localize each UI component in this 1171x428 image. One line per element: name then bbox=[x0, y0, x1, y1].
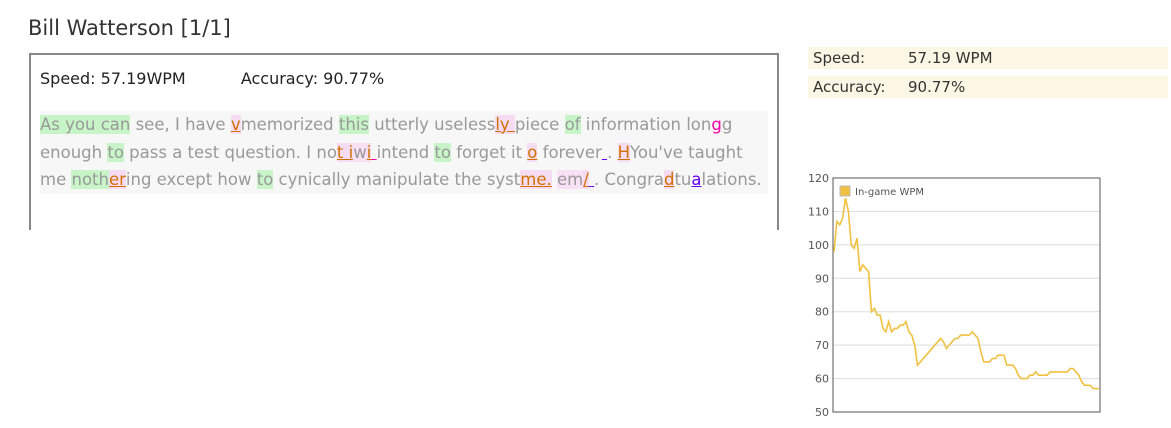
passage-mark: er bbox=[108, 170, 126, 189]
passage-text: lations. bbox=[701, 170, 762, 189]
passage-text: ing except how bbox=[125, 170, 257, 189]
y-tick-label: 120 bbox=[808, 172, 829, 185]
passage-mark: o bbox=[527, 142, 538, 162]
speed-label: Speed: bbox=[40, 69, 96, 88]
passage-mark: w bbox=[353, 142, 367, 162]
legend-label: In-game WPM bbox=[855, 187, 924, 198]
passage-mark: me. bbox=[520, 170, 552, 189]
wpm-chart: 120 110 100 90 80 70 60 50 In-game WPM bbox=[808, 172, 1101, 419]
passage-text: see, I have bbox=[130, 115, 231, 134]
passage-text: tu bbox=[674, 170, 692, 189]
legend-swatch bbox=[839, 185, 851, 197]
typed-passage: As you can see, I have vmemorized this u… bbox=[40, 111, 768, 194]
stats-line: Speed: 57.19WPM Accuracy: 90.77% bbox=[40, 69, 384, 88]
passage-mark: H bbox=[617, 142, 630, 162]
speed-value: 57.19WPM bbox=[95, 69, 186, 88]
passage-mark: to bbox=[256, 170, 274, 189]
passage-mark: ly bbox=[495, 115, 515, 134]
summary-speed-value: 57.19 WPM bbox=[908, 49, 993, 67]
summary-accuracy-row: Accuracy: 90.77% bbox=[808, 76, 1168, 98]
result-panel: Speed: 57.19WPM Accuracy: 90.77% As you … bbox=[29, 53, 779, 230]
passage-mark: noth bbox=[71, 170, 109, 189]
passage-text: intend bbox=[376, 142, 435, 162]
passage-text: forever bbox=[537, 142, 602, 162]
plot-border bbox=[832, 177, 1101, 413]
page-title: Bill Watterson [1/1] bbox=[28, 16, 231, 40]
summary-speed-label: Speed: bbox=[813, 49, 866, 67]
accuracy-label: Accuracy: bbox=[240, 69, 319, 88]
y-tick-label: 80 bbox=[815, 306, 829, 319]
passage-mark: As you can bbox=[40, 115, 131, 134]
passage-mark: d bbox=[663, 170, 675, 189]
passage-text: forget it bbox=[451, 142, 528, 162]
series-line bbox=[833, 197, 1099, 390]
y-tick-label: 110 bbox=[808, 205, 829, 218]
passage-text: piece bbox=[514, 115, 565, 134]
passage-text: . Congra bbox=[594, 170, 664, 189]
passage-mark: of bbox=[564, 115, 581, 134]
y-tick-label: 60 bbox=[815, 373, 829, 386]
passage-mark: to bbox=[107, 142, 124, 162]
passage-mark: / bbox=[583, 170, 589, 189]
accuracy-value: 90.77% bbox=[318, 69, 385, 88]
y-tick-label: 50 bbox=[815, 406, 829, 419]
passage-mark: v bbox=[230, 115, 241, 134]
passage-text: information lon bbox=[580, 115, 712, 134]
passage-mark: this bbox=[338, 115, 369, 134]
summary-accuracy-value: 90.77% bbox=[908, 78, 966, 96]
passage-mark: t i bbox=[336, 142, 354, 162]
passage-mark: a bbox=[691, 170, 702, 189]
y-tick-label: 90 bbox=[815, 272, 829, 285]
passage-mark: g bbox=[711, 115, 722, 134]
summary-speed-row: Speed: 57.19 WPM bbox=[808, 47, 1168, 69]
y-tick-label: 70 bbox=[815, 339, 829, 352]
passage-text: pass a test question. I no bbox=[123, 142, 337, 162]
passage-mark: to bbox=[434, 142, 451, 162]
summary-accuracy-label: Accuracy: bbox=[813, 78, 886, 96]
passage-text: . bbox=[607, 142, 618, 162]
passage-text: memorized bbox=[240, 115, 339, 134]
y-tick-label: 100 bbox=[808, 239, 829, 252]
passage-text: cynically manipulate the syst bbox=[273, 170, 521, 189]
passage-mark: em bbox=[556, 170, 584, 189]
passage-text: utterly useless bbox=[369, 115, 496, 134]
